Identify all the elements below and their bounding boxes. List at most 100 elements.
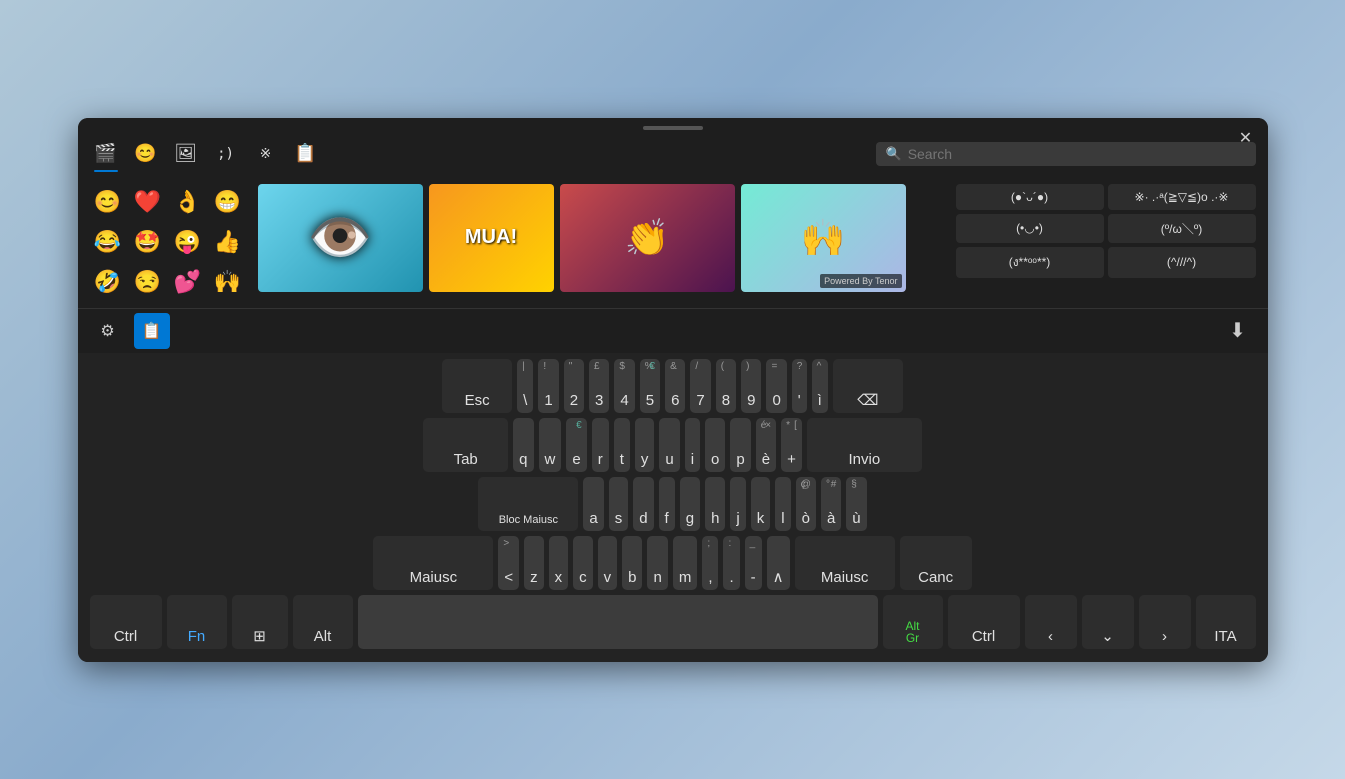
- key-7[interactable]: / 7: [690, 359, 710, 413]
- kaomoji-btn-1[interactable]: (●`ᴗ´●): [956, 184, 1104, 210]
- key-h[interactable]: h: [705, 477, 725, 531]
- emoji-cell[interactable]: 🙌: [210, 264, 246, 300]
- key-5[interactable]: % € 5: [640, 359, 660, 413]
- key-l[interactable]: l: [775, 477, 790, 531]
- gif-item-3[interactable]: 👏: [560, 184, 735, 292]
- kaomoji-btn-5[interactable]: (ง**ᵒᵒ**): [956, 247, 1104, 278]
- key-8[interactable]: ( 8: [716, 359, 736, 413]
- emoji-cell[interactable]: 🤩: [130, 224, 166, 260]
- emoji-cell[interactable]: 😜: [170, 224, 206, 260]
- key-alt[interactable]: Alt: [293, 595, 353, 649]
- emoji-cell[interactable]: 😒: [130, 264, 166, 300]
- kaomoji-btn-6[interactable]: (^///^): [1108, 247, 1256, 278]
- emoji-cell[interactable]: 😊: [90, 184, 126, 220]
- key-backspace[interactable]: ⌫: [833, 359, 903, 413]
- key-caret[interactable]: ∧: [767, 536, 790, 590]
- key-ctrl-right[interactable]: Ctrl: [948, 595, 1020, 649]
- gif-item-2[interactable]: MUA!: [429, 184, 554, 292]
- emoji-cell[interactable]: 😂: [90, 224, 126, 260]
- key-u[interactable]: u: [659, 418, 679, 472]
- key-m[interactable]: m: [673, 536, 698, 590]
- drag-handle[interactable]: [78, 118, 1268, 134]
- download-button[interactable]: ⬇: [1220, 313, 1256, 349]
- key-y[interactable]: y: [635, 418, 655, 472]
- key-g[interactable]: g: [680, 477, 700, 531]
- key-x[interactable]: x: [549, 536, 569, 590]
- key-e-grave[interactable]: é × è: [756, 418, 776, 472]
- emoji-cell[interactable]: 👌: [170, 184, 206, 220]
- key-tab[interactable]: Tab: [423, 418, 508, 472]
- key-alt-gr[interactable]: AltGr: [883, 595, 943, 649]
- key-w[interactable]: w: [539, 418, 562, 472]
- emoji-cell[interactable]: 😁: [210, 184, 246, 220]
- key-i[interactable]: i: [685, 418, 700, 472]
- key-backslash[interactable]: | \: [517, 359, 533, 413]
- kaomoji-icon[interactable]: ;): [210, 138, 242, 170]
- key-b[interactable]: b: [622, 536, 642, 590]
- kaomoji-btn-3[interactable]: (•◡•): [956, 214, 1104, 243]
- settings-button[interactable]: ⚙: [90, 313, 126, 349]
- key-1[interactable]: ! 1: [538, 359, 558, 413]
- key-space[interactable]: [358, 595, 878, 649]
- key-c[interactable]: c: [573, 536, 593, 590]
- kaomoji-btn-2[interactable]: ※· .·ᵃ(≧▽≦)o .·※: [1108, 184, 1256, 210]
- key-canc[interactable]: Canc: [900, 536, 972, 590]
- key-arrow-down[interactable]: ⌄: [1082, 595, 1134, 649]
- key-ita[interactable]: ITA: [1196, 595, 1256, 649]
- close-button[interactable]: ✕: [1234, 126, 1258, 150]
- key-invio[interactable]: Invio: [807, 418, 922, 472]
- key-2[interactable]: " 2: [564, 359, 584, 413]
- key-3[interactable]: £ 3: [589, 359, 609, 413]
- emoji-cell[interactable]: 🤣: [90, 264, 126, 300]
- key-t[interactable]: t: [614, 418, 630, 472]
- clipboard-icon[interactable]: 📋: [290, 138, 322, 170]
- key-esc[interactable]: Esc: [442, 359, 512, 413]
- key-o-grave[interactable]: ç @ ò: [796, 477, 816, 531]
- key-e[interactable]: € e: [566, 418, 586, 472]
- emoji-cell[interactable]: 👍: [210, 224, 246, 260]
- key-apostrophe[interactable]: ? ': [792, 359, 807, 413]
- key-a[interactable]: a: [583, 477, 603, 531]
- gif-item-4[interactable]: 🙌 Powered By Tenor: [741, 184, 906, 292]
- key-r[interactable]: r: [592, 418, 609, 472]
- key-period[interactable]: : .: [723, 536, 739, 590]
- gif-item-1[interactable]: 👁️: [258, 184, 423, 292]
- key-9[interactable]: ) 9: [741, 359, 761, 413]
- key-arrow-left[interactable]: ‹: [1025, 595, 1077, 649]
- active-tool-button[interactable]: 📋: [134, 313, 170, 349]
- key-k[interactable]: k: [751, 477, 771, 531]
- key-a-grave[interactable]: ° # à: [821, 477, 841, 531]
- key-arrow-right[interactable]: ›: [1139, 595, 1191, 649]
- key-v[interactable]: v: [598, 536, 618, 590]
- key-win[interactable]: ⊞: [232, 595, 288, 649]
- key-q[interactable]: q: [513, 418, 533, 472]
- key-6[interactable]: & 6: [665, 359, 685, 413]
- key-u-grave[interactable]: § ù: [846, 477, 866, 531]
- key-o[interactable]: o: [705, 418, 725, 472]
- key-shift-left[interactable]: Maiusc: [373, 536, 493, 590]
- key-d[interactable]: d: [633, 477, 653, 531]
- key-shift-right[interactable]: Maiusc: [795, 536, 895, 590]
- key-minus[interactable]: _ -: [745, 536, 762, 590]
- kaomoji-btn-4[interactable]: (º/ω＼º): [1108, 214, 1256, 243]
- key-plus[interactable]: * [ +: [781, 418, 802, 472]
- emoji-cell[interactable]: 💕: [170, 264, 206, 300]
- key-p[interactable]: p: [730, 418, 750, 472]
- key-z[interactable]: z: [524, 536, 544, 590]
- key-4[interactable]: $ 4: [614, 359, 634, 413]
- search-input[interactable]: [908, 146, 1246, 162]
- image-icon[interactable]: 🖼: [170, 138, 202, 170]
- key-f[interactable]: f: [659, 477, 675, 531]
- emoji-icon[interactable]: 😊: [130, 138, 162, 170]
- gif-icon[interactable]: 🎬: [90, 138, 122, 170]
- key-less-than[interactable]: > <: [498, 536, 519, 590]
- emoji-cell[interactable]: ❤️: [130, 184, 166, 220]
- key-caps-lock[interactable]: Bloc Maiusc: [478, 477, 578, 531]
- special-chars-icon[interactable]: ※: [250, 138, 282, 170]
- key-ctrl-left[interactable]: Ctrl: [90, 595, 162, 649]
- key-n[interactable]: n: [647, 536, 667, 590]
- key-i-grave[interactable]: ^ ì: [812, 359, 828, 413]
- key-0[interactable]: = 0: [766, 359, 786, 413]
- key-j[interactable]: j: [730, 477, 745, 531]
- key-s[interactable]: s: [609, 477, 629, 531]
